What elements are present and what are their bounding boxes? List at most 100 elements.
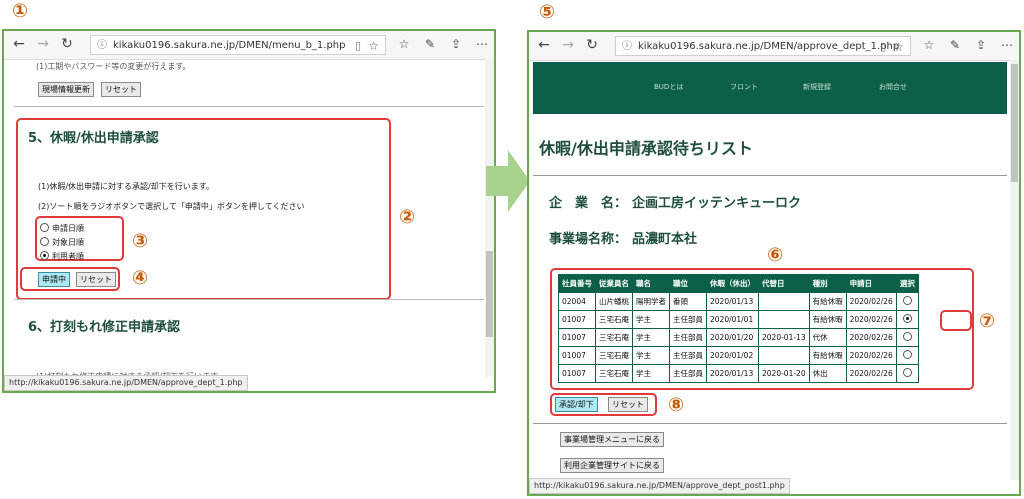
cell-substitute-date: 2020-01-20 [758, 364, 810, 383]
cell-select [895, 328, 919, 347]
cell-leave-date: 2020/01/13 [706, 364, 759, 383]
cell-job-title: 学主 [632, 328, 670, 347]
approval-table-wrap: 社員番号 従業員名 職名 職位 休暇（休出） 代替日 種別 申請日 選択 020… [558, 274, 919, 383]
reset-top-button[interactable]: リセット [101, 82, 141, 97]
marker-3: ③ [132, 230, 149, 252]
pen-icon[interactable]: ✎ [422, 37, 438, 51]
reading-view-icon[interactable]: ▯ [355, 36, 361, 56]
cell-apply-date: 2020/02/26 [845, 328, 897, 347]
more-icon[interactable]: ⋯ [474, 37, 490, 51]
table-body: 02004 山片蟠桃 陽明学者 番頭 2020/01/13 有給休暇 2020/02/26 0… [558, 292, 919, 383]
site-label: 事業場名称： [549, 232, 628, 247]
site-nav-banner: BUDとは フロント 新規登録 お問合せ [533, 62, 1007, 114]
cell-substitute-date [758, 292, 810, 311]
status-bar: http://kikaku0196.sakura.ne.jp/DMEN/appr… [529, 478, 790, 494]
radio-apply-date-label: 申請日順 [52, 224, 84, 233]
cell-employee-no: 01007 [558, 328, 596, 347]
vertical-scrollbar[interactable] [1010, 60, 1019, 480]
col-employee-no: 社員番号 [558, 274, 596, 293]
divider [14, 106, 484, 107]
page-title: 休暇/休出申請承認待ちリスト [539, 139, 753, 158]
cell-substitute-date [758, 346, 810, 365]
nav-register[interactable]: 新規登録 [803, 82, 831, 92]
section5-desc2: (2)ソート順をラジオボタンで選択して「申請中」ボタンを押してください [38, 202, 305, 211]
radio-user[interactable] [40, 251, 49, 260]
reset-button[interactable]: リセット [608, 397, 648, 412]
cell-employee-name: 山片蟠桃 [595, 292, 633, 311]
left-browser-window: ← → ↻ ⓘ kikaku0196.sakura.ne.jp/DMEN/men… [2, 29, 496, 393]
back-to-company-site-button[interactable]: 利用企業管理サイトに戻る [560, 458, 664, 473]
cell-select [895, 292, 919, 311]
cell-employee-name: 三宅石庵 [595, 346, 633, 365]
approve-reject-button[interactable]: 承認/却下 [555, 397, 598, 412]
cell-apply-date: 2020/02/26 [845, 364, 897, 383]
favorite-star-icon[interactable]: ☆ [368, 36, 379, 56]
select-row-radio[interactable] [902, 332, 912, 341]
forward-icon[interactable]: → [34, 36, 52, 52]
col-substitute-date: 代替日 [758, 274, 810, 293]
pen-icon[interactable]: ✎ [947, 38, 963, 52]
cell-type: 有給休暇 [808, 292, 847, 311]
right-browser-window: ← → ↻ ⓘ kikaku0196.sakura.ne.jp/DMEN/app… [527, 30, 1021, 496]
vertical-scrollbar[interactable] [485, 59, 494, 377]
select-row-radio[interactable] [902, 314, 912, 323]
cell-employee-name: 三宅石庵 [595, 328, 633, 347]
favorites-icon[interactable]: ☆ [921, 38, 937, 52]
radio-target-date-label: 対象日順 [52, 238, 84, 247]
back-to-site-menu-button[interactable]: 事業場管理メニューに戻る [560, 432, 664, 447]
scrollbar-thumb[interactable] [1011, 64, 1018, 182]
cell-leave-date: 2020/01/13 [706, 292, 759, 311]
scrollbar-thumb[interactable] [486, 251, 493, 337]
table-row: 01007 三宅石庵 学主 主任部員 2020/01/20 2020-01-13 代休 202… [558, 328, 919, 347]
forward-icon[interactable]: → [559, 37, 577, 53]
cell-apply-date: 2020/02/26 [845, 310, 897, 329]
company-label: 企 業 名： [549, 196, 628, 211]
cell-substitute-date [758, 310, 810, 329]
divider [533, 175, 1007, 176]
reading-view-icon[interactable]: ▯ [880, 37, 886, 57]
reset-button[interactable]: リセット [76, 272, 116, 287]
select-row-radio[interactable] [902, 350, 912, 359]
radio-apply-date[interactable] [40, 223, 49, 232]
address-bar[interactable]: ⓘ kikaku0196.sakura.ne.jp/DMEN/menu_b_1.… [90, 35, 386, 55]
cell-employee-no: 01007 [558, 346, 596, 365]
status-bar: http://kikaku0196.sakura.ne.jp/DMEN/appr… [4, 375, 248, 391]
back-icon[interactable]: ← [535, 37, 553, 53]
col-type: 種別 [808, 274, 847, 293]
cell-job-title: 学主 [632, 346, 670, 365]
favorite-star-icon[interactable]: ☆ [893, 37, 904, 57]
favorites-icon[interactable]: ☆ [396, 37, 412, 51]
more-icon[interactable]: ⋯ [999, 38, 1015, 52]
cell-apply-date: 2020/02/26 [845, 292, 897, 311]
nav-front[interactable]: フロント [730, 82, 758, 92]
nav-contact[interactable]: お問合せ [879, 82, 907, 92]
back-icon[interactable]: ← [10, 36, 28, 52]
table-row: 02004 山片蟠桃 陽明学者 番頭 2020/01/13 有給休暇 2020/02/26 [558, 292, 919, 311]
select-row-radio[interactable] [902, 368, 912, 377]
marker-8: ⑧ [668, 394, 685, 416]
select-row-radio[interactable] [902, 296, 912, 305]
submit-pending-button[interactable]: 申請中 [38, 272, 70, 287]
share-icon[interactable]: ⇪ [973, 38, 989, 52]
table-row: 01007 三宅石庵 学主 主任部員 2020/01/02 有給休暇 2020/02/26 [558, 346, 919, 365]
right-toolbar: ← → ↻ ⓘ kikaku0196.sakura.ne.jp/DMEN/app… [529, 32, 1019, 61]
update-site-button[interactable]: 現場情報更新 [38, 82, 94, 97]
cell-position: 主任部員 [669, 364, 707, 383]
site-value: 品濃町本社 [632, 232, 698, 247]
share-icon[interactable]: ⇪ [448, 37, 464, 51]
col-employee-name: 従業員名 [595, 274, 633, 293]
marker-2: ② [399, 206, 416, 228]
cell-type: 有給休暇 [808, 310, 847, 329]
cell-employee-name: 三宅石庵 [595, 364, 633, 383]
highlight-selected-radio [940, 310, 972, 331]
radio-target-date[interactable] [40, 237, 49, 246]
col-leave-date: 休暇（休出） [706, 274, 759, 293]
cell-job-title: 学主 [632, 364, 670, 383]
info-icon: ⓘ [97, 40, 107, 51]
refresh-icon[interactable]: ↻ [58, 36, 76, 52]
radio-user-label: 利用者順 [52, 252, 84, 261]
nav-about[interactable]: BUDとは [654, 82, 683, 92]
refresh-icon[interactable]: ↻ [583, 37, 601, 53]
address-bar[interactable]: ⓘ kikaku0196.sakura.ne.jp/DMEN/approve_d… [615, 36, 911, 56]
cell-employee-no: 02004 [558, 292, 596, 311]
